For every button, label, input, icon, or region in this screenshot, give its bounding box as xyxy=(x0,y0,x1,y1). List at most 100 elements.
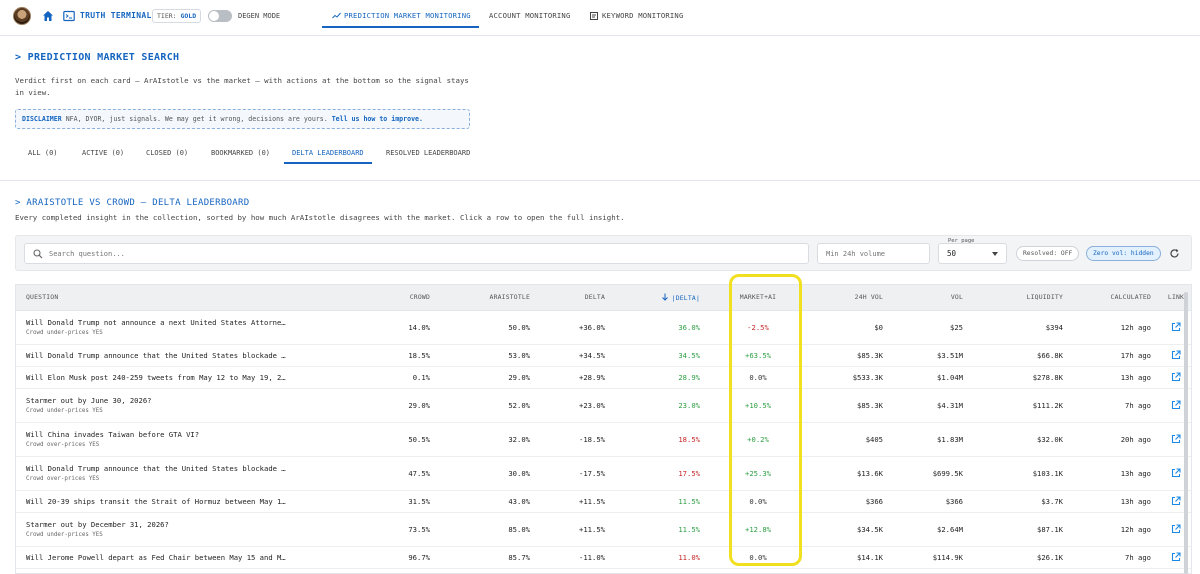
degen-mode-toggle[interactable] xyxy=(208,10,232,22)
tab-all[interactable]: ALL (0) xyxy=(28,149,58,157)
leaderboard-title: > ARAISTOTLE VS CROWD — DELTA LEADERBOAR… xyxy=(15,198,250,208)
tab-resolved-leaderboard[interactable]: RESOLVED LEADERBOARD xyxy=(386,149,470,157)
col-abs-delta-label: |DELTA| xyxy=(671,293,700,302)
col-delta[interactable]: DELTA xyxy=(538,285,613,311)
tier-value: GOLD xyxy=(180,12,197,20)
external-link-icon[interactable] xyxy=(1171,322,1181,332)
col-araistotle[interactable]: ARAISTOTLE xyxy=(438,285,538,311)
liquidity-cell: $32.0K xyxy=(971,422,1071,457)
table-row[interactable]: Will China invades Taiwan before GTA VI?… xyxy=(16,422,1191,457)
delta-cell: +36.0% xyxy=(538,310,613,345)
resolved-filter-chip[interactable]: Resolved: OFF xyxy=(1016,246,1080,261)
tab-closed[interactable]: CLOSED (0) xyxy=(146,149,188,157)
external-link-icon[interactable] xyxy=(1171,468,1181,478)
abs-delta-cell: 18.5% xyxy=(613,422,708,457)
tab-delta-leaderboard[interactable]: DELTA LEADERBOARD xyxy=(292,149,364,157)
terminal-icon[interactable] xyxy=(63,10,75,22)
nav-account-monitoring[interactable]: ACCOUNT MONITORING xyxy=(489,11,571,20)
question-cell: Will Jerome Powell depart as Fed Chair b… xyxy=(16,546,306,569)
table-row[interactable]: Will Jerome Powell depart as Fed Chair b… xyxy=(16,546,1191,569)
araistotle-cell: 32.0% xyxy=(438,422,538,457)
delta-cell: +11.5% xyxy=(538,512,613,547)
question-text[interactable]: Will Donald Trump not announce a next Un… xyxy=(26,318,298,327)
col-abs-delta[interactable]: |DELTA| xyxy=(613,285,708,311)
external-link-icon[interactable] xyxy=(1171,350,1181,360)
araistotle-cell: 52.0% xyxy=(438,388,538,423)
vol24-cell: $13.6K xyxy=(808,456,891,491)
delta-cell: +34.5% xyxy=(538,344,613,367)
external-link-icon[interactable] xyxy=(1171,372,1181,382)
nav-keyword-monitoring[interactable]: KEYWORD MONITORING xyxy=(602,11,684,20)
col-vol[interactable]: VOL xyxy=(891,285,971,311)
delta-cell: +11.5% xyxy=(538,490,613,513)
market-ai-cell: 0.0% xyxy=(708,366,808,389)
improve-link[interactable]: Tell us how to improve. xyxy=(332,115,423,123)
external-link-icon[interactable] xyxy=(1171,434,1181,444)
araistotle-cell: 85.0% xyxy=(438,512,538,547)
search-input[interactable] xyxy=(49,247,789,261)
table-row[interactable]: Will Donald Trump announce that the Unit… xyxy=(16,456,1191,491)
table-row[interactable]: Starmer out by December 31, 2026? Crowd u… xyxy=(16,512,1191,547)
abs-delta-cell: 34.5% xyxy=(613,344,708,367)
question-text[interactable]: Will China invades Taiwan before GTA VI? xyxy=(26,430,298,439)
question-text[interactable]: Starmer out by December 31, 2026? xyxy=(26,520,298,529)
liquidity-cell: $111.2K xyxy=(971,388,1071,423)
table-row[interactable]: Will Elon Musk post 240-259 tweets from … xyxy=(16,366,1191,389)
tab-active[interactable]: ACTIVE (0) xyxy=(82,149,124,157)
col-question[interactable]: QUESTION xyxy=(16,285,306,311)
vol-cell: $1.83M xyxy=(891,422,971,457)
question-cell: Will 20-39 ships transit the Strait of H… xyxy=(16,490,306,513)
external-link-icon[interactable] xyxy=(1171,552,1181,562)
disclaimer-box: DISCLAIMER NFA, DYOR, just signals. We m… xyxy=(15,109,470,129)
abs-delta-cell: 17.5% xyxy=(613,456,708,491)
table-row[interactable]: Will Donald Trump announce that the Unit… xyxy=(16,344,1191,367)
question-text[interactable]: Will Donald Trump announce that the Unit… xyxy=(26,351,298,360)
calculated-cell: 20h ago xyxy=(1071,422,1159,457)
crowd-cell: 31.5% xyxy=(306,490,438,513)
calculated-cell: 13h ago xyxy=(1071,456,1159,491)
tier-label: TIER: xyxy=(157,12,177,20)
vol-cell: $366 xyxy=(891,490,971,513)
col-calculated[interactable]: CALCULATED xyxy=(1071,285,1159,311)
external-link-icon[interactable] xyxy=(1171,496,1181,506)
col-crowd[interactable]: CROWD xyxy=(306,285,438,311)
refresh-icon[interactable] xyxy=(1169,248,1180,259)
market-ai-cell: 0.0% xyxy=(708,546,808,569)
araistotle-cell: 50.0% xyxy=(438,310,538,345)
external-link-icon[interactable] xyxy=(1171,524,1181,534)
abs-delta-cell: 11.5% xyxy=(613,490,708,513)
table-scrollbar[interactable] xyxy=(1184,292,1188,574)
home-icon[interactable] xyxy=(42,10,54,22)
section-divider xyxy=(0,180,1200,181)
question-cell: Starmer out by June 30, 2026? Crowd under… xyxy=(16,388,306,423)
question-text[interactable]: Will 20-39 ships transit the Strait of H… xyxy=(26,497,298,506)
table-row[interactable]: Starmer out by June 30, 2026? Crowd under… xyxy=(16,388,1191,423)
leaderboard-description: Every completed insight in the collectio… xyxy=(15,213,625,222)
crowd-cell: 96.7% xyxy=(306,546,438,569)
question-text[interactable]: Starmer out by June 30, 2026? xyxy=(26,396,298,405)
question-text[interactable]: Will Elon Musk post 240-259 tweets from … xyxy=(26,373,298,382)
question-cell: Will Donald Trump announce that the Unit… xyxy=(16,344,306,367)
tab-bookmarked[interactable]: BOOKMARKED (0) xyxy=(211,149,270,157)
min-volume-box[interactable] xyxy=(817,243,930,264)
avatar[interactable] xyxy=(13,7,31,25)
per-page-select[interactable]: 50 xyxy=(938,243,1007,264)
min-volume-input[interactable] xyxy=(826,247,922,261)
market-ai-cell: +0.2% xyxy=(708,422,808,457)
nav-prediction-market-monitoring[interactable]: PREDICTION MARKET MONITORING xyxy=(344,11,471,20)
external-link-icon[interactable] xyxy=(1171,400,1181,410)
crowd-cell: 50.5% xyxy=(306,422,438,457)
search-box[interactable] xyxy=(24,243,809,264)
calculated-cell: 12h ago xyxy=(1071,310,1159,345)
table-row[interactable]: Will 20-39 ships transit the Strait of H… xyxy=(16,490,1191,513)
question-text[interactable]: Will Donald Trump announce that the Unit… xyxy=(26,464,298,473)
question-text[interactable]: Will Jerome Powell depart as Fed Chair b… xyxy=(26,553,298,562)
col-liquidity[interactable]: LIQUIDITY xyxy=(971,285,1071,311)
col-24h-vol[interactable]: 24H VOL xyxy=(808,285,891,311)
market-ai-cell: +12.8% xyxy=(708,512,808,547)
zero-volume-chip[interactable]: Zero vol: hidden xyxy=(1086,246,1161,261)
table-row[interactable]: Will Donald Trump not announce a next Un… xyxy=(16,310,1191,345)
brand-name[interactable]: TRUTH TERMINAL xyxy=(80,11,152,20)
vol24-cell: $85.3K xyxy=(808,388,891,423)
col-market-ai[interactable]: MARKET+AI xyxy=(708,285,808,311)
